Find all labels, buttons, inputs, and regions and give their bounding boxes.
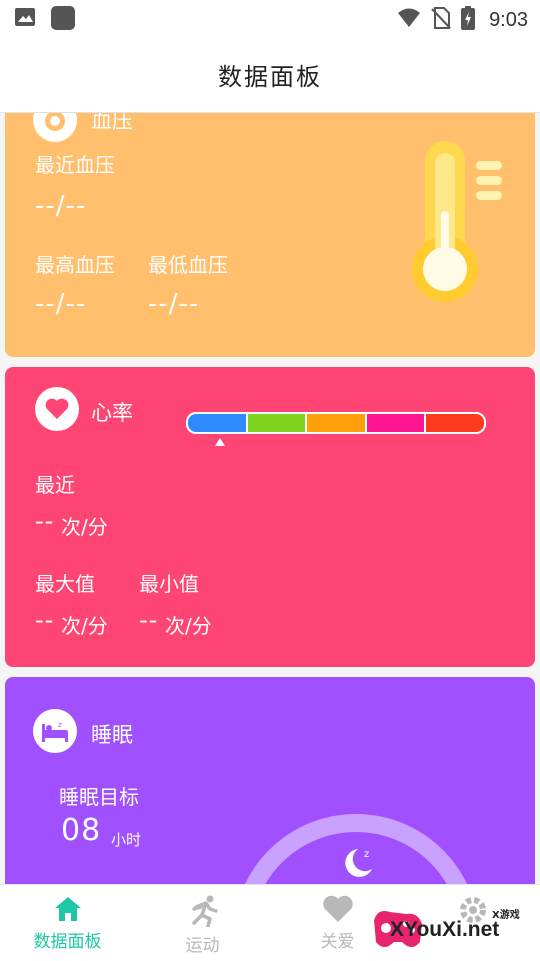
sleep-goal-value: 08 xyxy=(61,813,102,848)
recent-bp-value: --/-- xyxy=(35,191,87,221)
heart-icon xyxy=(322,895,353,922)
scale-marker-icon xyxy=(215,438,225,446)
nav-label-dashboard: 数据面板 xyxy=(33,932,102,952)
thermometer-icon xyxy=(410,141,510,313)
app-notification-icon xyxy=(50,6,76,34)
heart-rate-scale xyxy=(186,412,486,434)
status-bar: 9:03 xyxy=(0,0,540,36)
scale-segment-orange xyxy=(307,414,365,432)
runner-icon xyxy=(191,895,218,927)
nav-item-sport[interactable]: 运动 xyxy=(135,885,270,961)
image-notification-icon xyxy=(14,6,36,34)
page-title: 数据面板 xyxy=(218,62,322,91)
scale-segment-pink xyxy=(366,414,425,432)
min-hr-unit: 次/分 xyxy=(165,614,212,638)
home-icon xyxy=(54,897,81,921)
sleep-goal-unit: 小时 xyxy=(111,831,142,849)
blood-pressure-card[interactable]: 血压 最近血压 --/-- 最高血压 --/-- 最低血压 --/-- xyxy=(5,113,535,357)
min-bp-label: 最低血压 xyxy=(148,253,228,277)
heart-rate-icon xyxy=(35,387,79,431)
blood-pressure-icon xyxy=(33,113,77,142)
heart-rate-title: 心率 xyxy=(91,401,133,425)
recent-hr-value: -- xyxy=(35,507,55,535)
recent-bp-label: 最近血压 xyxy=(35,153,115,177)
max-hr-unit: 次/分 xyxy=(61,614,108,638)
min-hr-value: -- xyxy=(139,606,159,634)
max-hr-value: -- xyxy=(35,606,55,634)
watermark-text: XYouXi.net xyxy=(390,918,500,941)
max-bp-value: --/-- xyxy=(35,289,87,319)
svg-text:z: z xyxy=(58,721,62,729)
app-header: 数据面板 xyxy=(0,36,540,113)
sleep-bed-icon: z xyxy=(33,709,77,753)
nav-item-dashboard[interactable]: 数据面板 xyxy=(0,885,135,961)
moon-icon: z xyxy=(338,845,378,884)
recent-hr-label: 最近 xyxy=(35,473,75,497)
min-hr-label: 最小值 xyxy=(139,572,199,596)
sleep-card[interactable]: z 睡眠 睡眠目标 08 小时 z xyxy=(5,677,535,884)
clock: 9:03 xyxy=(489,8,528,31)
no-sim-icon xyxy=(431,7,451,33)
nav-label-care: 关爱 xyxy=(320,932,355,952)
heart-rate-card[interactable]: 心率 最近 -- 次/分 最大值 -- 次/分 最小值 -- 次/分 xyxy=(5,367,535,667)
scale-segment-blue xyxy=(188,414,246,432)
wifi-icon xyxy=(397,7,421,33)
scale-segment-green xyxy=(247,414,306,432)
nav-label-sport: 运动 xyxy=(185,936,220,956)
scale-segment-red xyxy=(426,414,484,432)
sleep-goal-label: 睡眠目标 xyxy=(59,785,139,809)
dashboard-scroll[interactable]: 血压 最近血压 --/-- 最高血压 --/-- 最低血压 --/-- 心率 最… xyxy=(0,113,540,884)
svg-text:z: z xyxy=(364,849,369,860)
min-bp-value: --/-- xyxy=(148,289,200,319)
blood-pressure-title: 血压 xyxy=(91,113,133,133)
max-hr-label: 最大值 xyxy=(35,572,95,596)
sleep-title: 睡眠 xyxy=(91,723,133,747)
battery-charging-icon xyxy=(461,6,476,34)
max-bp-label: 最高血压 xyxy=(35,253,115,277)
recent-hr-unit: 次/分 xyxy=(61,515,108,539)
